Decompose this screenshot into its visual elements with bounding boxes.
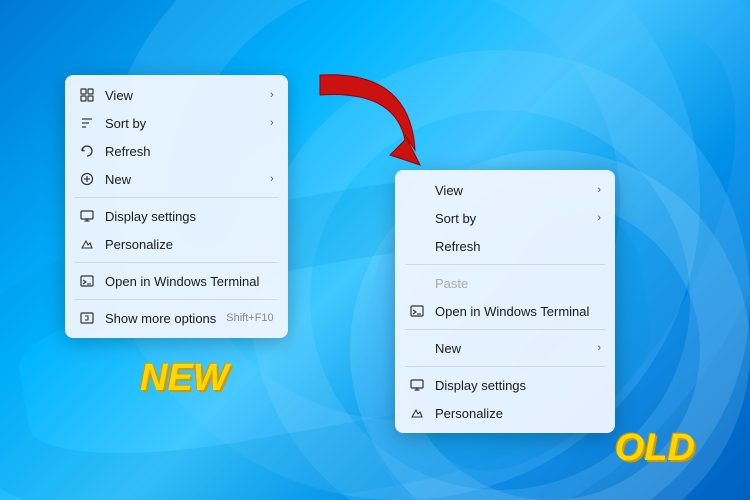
new-context-menu: View › Sort by › Refresh Paste Open in W… [395,170,615,433]
display-icon [79,208,95,224]
old-menu-item-terminal[interactable]: Open in Windows Terminal [65,267,288,295]
old-more-label: Show more options [105,311,216,326]
new-display-label: Display settings [435,378,526,393]
new-menu-item-display[interactable]: Display settings [395,371,615,399]
label-old: OLD [615,427,695,470]
new-menu-item-paste[interactable]: Paste [395,269,615,297]
arrow-right-icon: › [597,212,601,224]
sort-icon [79,115,95,131]
personalize-icon [409,405,425,421]
paste-icon [409,275,425,291]
old-menu-item-sort[interactable]: Sort by › [65,109,288,137]
personalize-icon [79,236,95,252]
new-separator-2 [405,329,605,330]
old-menu-item-view[interactable]: View › [65,81,288,109]
refresh-icon [409,238,425,254]
display-icon [409,377,425,393]
old-view-label: View [105,88,133,103]
grid-icon [79,87,95,103]
old-refresh-label: Refresh [105,144,151,159]
new-menu-item-personalize[interactable]: Personalize [395,399,615,427]
old-context-menu: View › Sort by › Refresh New › Display s… [65,75,288,338]
old-personalize-label: Personalize [105,237,173,252]
arrow-right-icon: › [597,342,601,354]
old-separator-2 [75,262,278,263]
terminal-icon [409,303,425,319]
new-new-label: New [435,341,461,356]
arrow-right-icon: › [270,173,274,185]
new-icon [409,340,425,356]
old-sort-label: Sort by [105,116,146,131]
old-menu-item-personalize[interactable]: Personalize [65,230,288,258]
new-menu-item-sort[interactable]: Sort by › [395,204,615,232]
new-menu-item-refresh[interactable]: Refresh [395,232,615,260]
arrow-right-icon: › [270,89,274,101]
old-new-label: New [105,172,131,187]
old-menu-item-more[interactable]: Show more options Shift+F10 [65,304,288,332]
new-view-label: View [435,183,463,198]
new-terminal-label: Open in Windows Terminal [435,304,589,319]
arrow-right-icon: › [597,184,601,196]
old-separator-1 [75,197,278,198]
new-personalize-label: Personalize [435,406,503,421]
new-menu-item-view[interactable]: View › [395,176,615,204]
arrow-right-icon: › [270,117,274,129]
terminal-icon [79,273,95,289]
new-paste-label: Paste [435,276,468,291]
new-separator-3 [405,366,605,367]
new-separator-1 [405,264,605,265]
sort-icon [409,210,425,226]
label-new: NEW [140,357,229,400]
old-display-label: Display settings [105,209,196,224]
view-icon [409,182,425,198]
refresh-icon [79,143,95,159]
more-icon [79,310,95,326]
new-refresh-label: Refresh [435,239,481,254]
new-menu-item-terminal[interactable]: Open in Windows Terminal [395,297,615,325]
new-icon [79,171,95,187]
old-terminal-label: Open in Windows Terminal [105,274,259,289]
new-menu-item-new[interactable]: New › [395,334,615,362]
old-separator-3 [75,299,278,300]
shortcut-label: Shift+F10 [226,312,273,324]
new-sort-label: Sort by [435,211,476,226]
old-menu-item-display[interactable]: Display settings [65,202,288,230]
old-menu-item-new[interactable]: New › [65,165,288,193]
old-menu-item-refresh[interactable]: Refresh [65,137,288,165]
